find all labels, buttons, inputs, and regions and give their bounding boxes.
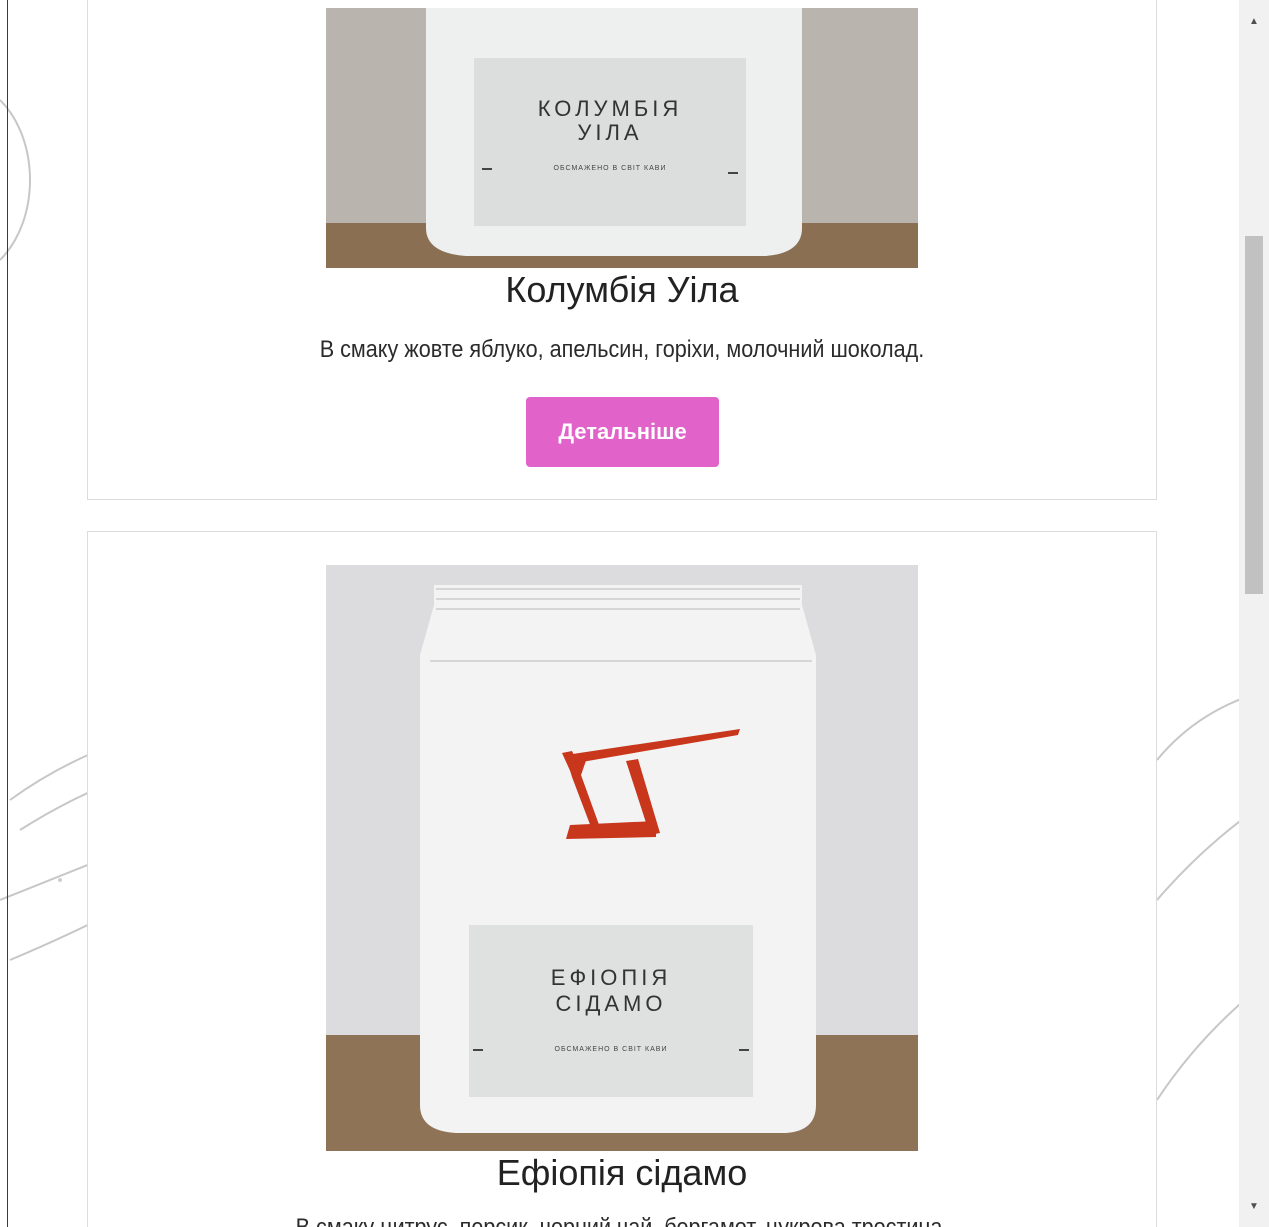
bag-label-subtitle: ОБСМАЖЕНО В СВІТ КАВИ — [553, 165, 667, 172]
product-description: В смаку жовте яблуко, апельсин, горіхи, … — [319, 336, 925, 363]
product-description: В смаку цитрус, персик, чорний чай, берг… — [141, 1214, 1102, 1227]
product-card: ЕФІОПІЯ СІДАМО ОБСМАЖЕНО В СВІТ КАВИ Ефі… — [87, 531, 1157, 1227]
bag-label-subtitle: ОБСМАЖЕНО В СВІТ КАВИ — [554, 1046, 668, 1053]
product-title[interactable]: Ефіопія сідамо — [88, 1152, 1156, 1194]
bag-label-name: ЕФІОПІЯ — [550, 965, 672, 990]
bag-label-name: КОЛУМБІЯ — [537, 96, 683, 121]
scrollbar-thumb[interactable] — [1245, 236, 1263, 594]
product-title[interactable]: Колумбія Уіла — [88, 269, 1156, 311]
product-card: КОЛУМБІЯ УІЛА ОБСМАЖЕНО В СВІТ КАВИ Колу… — [87, 0, 1157, 500]
details-button[interactable]: Детальніше — [526, 397, 719, 467]
bag-label-name: УІЛА — [577, 120, 643, 145]
vertical-scrollbar[interactable]: ▲ ▼ — [1239, 0, 1269, 1227]
left-border-line — [7, 0, 8, 1227]
product-image[interactable]: КОЛУМБІЯ УІЛА ОБСМАЖЕНО В СВІТ КАВИ — [326, 8, 918, 268]
product-image[interactable]: ЕФІОПІЯ СІДАМО ОБСМАЖЕНО В СВІТ КАВИ — [326, 565, 918, 1151]
scroll-up-arrow-icon[interactable]: ▲ — [1239, 6, 1269, 36]
bag-label-name: СІДАМО — [555, 991, 667, 1016]
scroll-down-arrow-icon[interactable]: ▼ — [1239, 1191, 1269, 1221]
